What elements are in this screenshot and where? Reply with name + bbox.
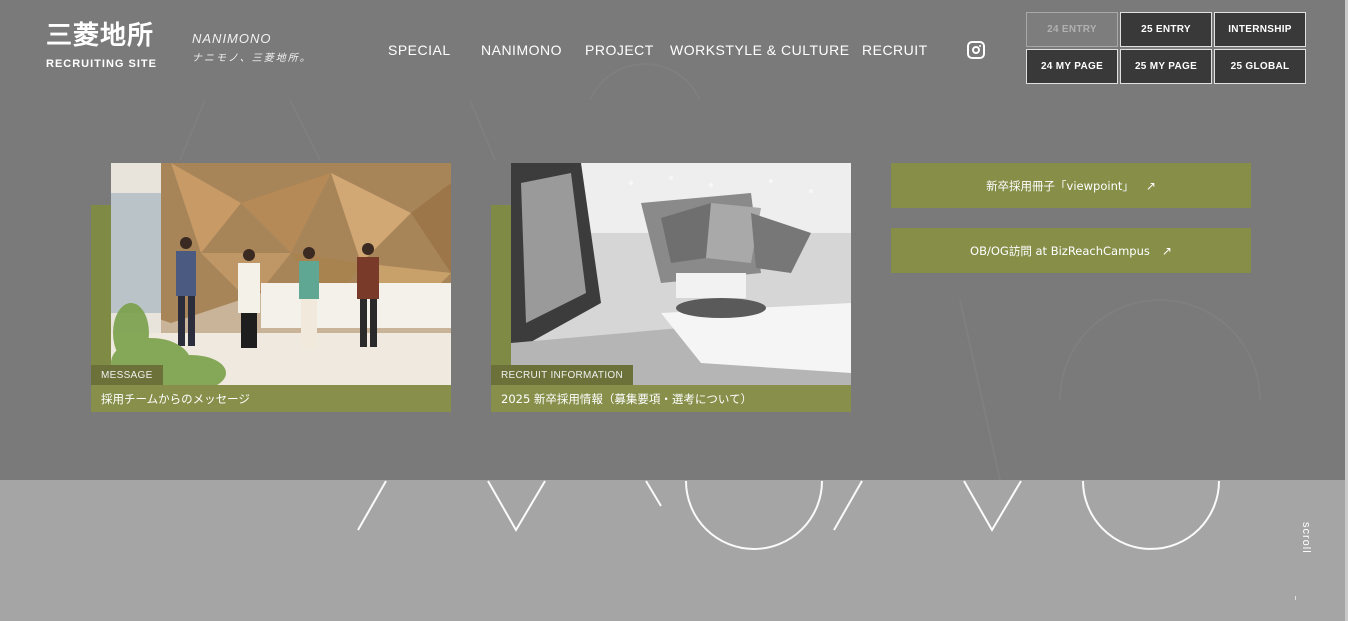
nav-item-workstyle-culture[interactable]: WORKSTYLE & CULTURE — [670, 42, 850, 58]
card-accent — [91, 205, 111, 387]
card-caption: 採用チームからのメッセージ — [91, 385, 451, 412]
logo-wordmark: 三菱地所 — [46, 21, 155, 51]
viewpoint-booklet-button[interactable]: 新卒採用冊子「viewpoint」 ↗ — [891, 163, 1251, 208]
internship-button[interactable]: INTERNSHIP — [1214, 12, 1306, 47]
tagline-en: NANIMONO — [192, 31, 272, 46]
mypage-25-button[interactable]: 25 MY PAGE — [1120, 49, 1212, 84]
message-photo — [111, 163, 451, 385]
global-25-button[interactable]: 25 GLOBAL — [1214, 49, 1306, 84]
ob-og-visit-button[interactable]: OB/OG訪問 at BizReachCampus ↗ — [891, 228, 1251, 273]
button-label: OB/OG訪問 at BizReachCampus — [970, 243, 1150, 258]
site-logo[interactable]: 三菱地所 RECRUITING SITE — [46, 20, 157, 70]
recruit-info-card[interactable]: RECRUIT INFORMATION 2025 新卒採用情報（募集要項・選考に… — [491, 163, 851, 412]
tagline-ja: ナニモノ、三菱地所。 — [192, 53, 312, 64]
nav-item-project[interactable]: PROJECT — [585, 42, 654, 58]
hero-background — [0, 480, 1345, 621]
external-link-icon: ↗ — [1161, 243, 1172, 258]
mypage-24-button[interactable]: 24 MY PAGE — [1026, 49, 1118, 84]
scroll-indicator-line — [1295, 596, 1296, 600]
card-accent — [491, 205, 511, 387]
entry-25-button[interactable]: 25 ENTRY — [1120, 12, 1212, 47]
scroll-indicator: scroll — [1300, 522, 1312, 554]
entry-24-button[interactable]: 24 ENTRY — [1026, 12, 1118, 47]
card-tag: MESSAGE — [91, 365, 163, 385]
tagline: NANIMONO ナニモノ、三菱地所。 — [192, 31, 312, 65]
button-label: 新卒採用冊子「viewpoint」 — [986, 178, 1134, 193]
card-caption: 2025 新卒採用情報（募集要項・選考について） — [491, 385, 851, 412]
nav-item-special[interactable]: SPECIAL — [388, 42, 451, 58]
nav-item-recruit[interactable]: RECRUIT — [862, 42, 928, 58]
message-card[interactable]: MESSAGE 採用チームからのメッセージ — [91, 163, 451, 412]
card-tag: RECRUIT INFORMATION — [491, 365, 633, 385]
external-link-icon: ↗ — [1145, 178, 1156, 193]
office-photo — [511, 163, 851, 385]
logo-subtitle: RECRUITING SITE — [46, 58, 157, 70]
nav-item-nanimono[interactable]: NANIMONO — [481, 42, 562, 58]
instagram-icon[interactable] — [967, 41, 985, 59]
